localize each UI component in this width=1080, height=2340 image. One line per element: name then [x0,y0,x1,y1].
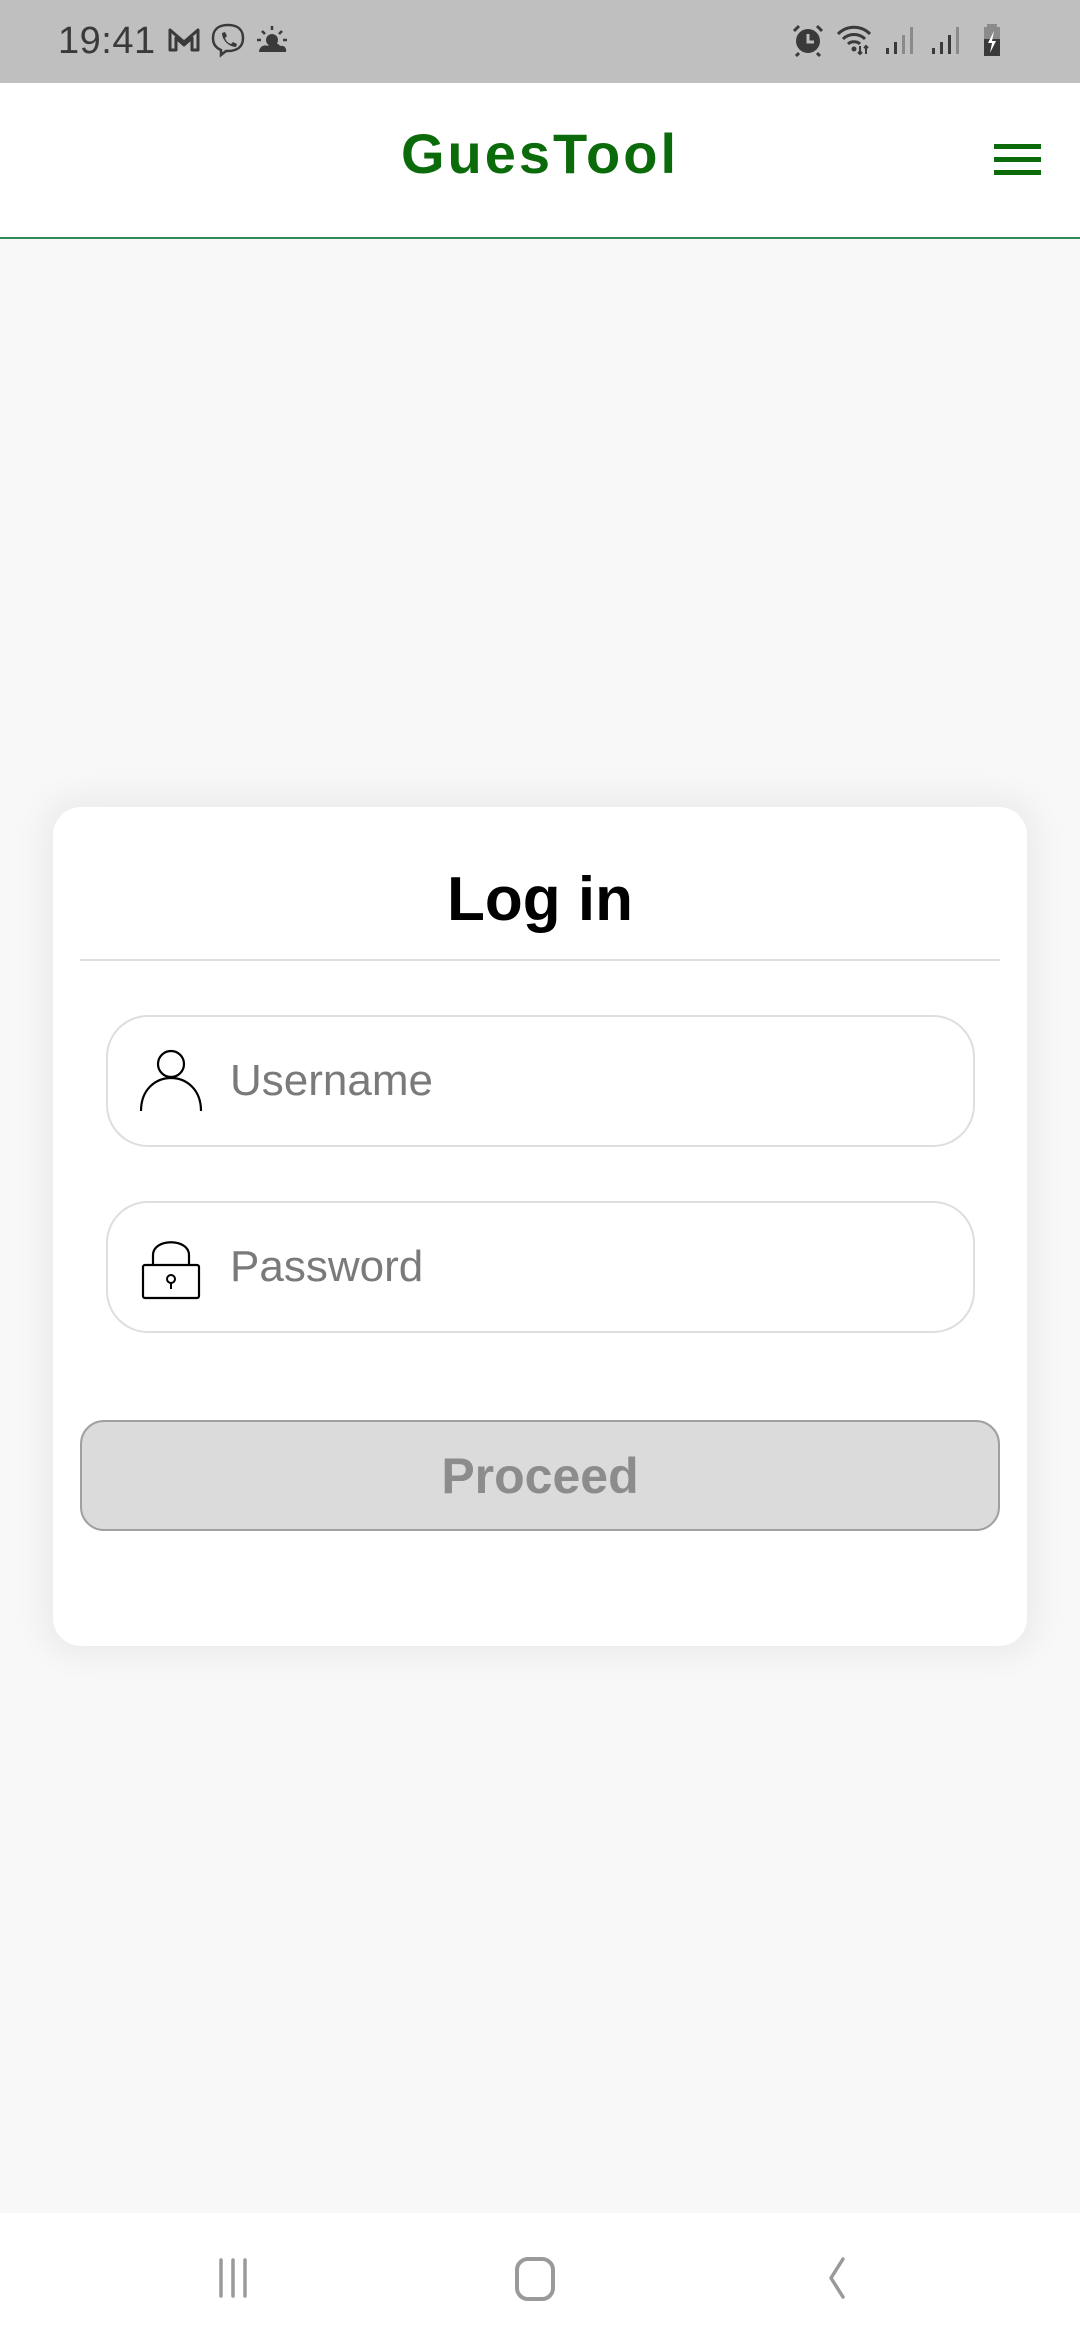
hamburger-menu-icon [994,157,1041,162]
alarm-icon [792,24,824,58]
weather-icon [257,26,287,52]
viber-icon [211,23,245,58]
status-bar: 19:41 [0,0,1080,83]
username-field[interactable] [106,1015,975,1147]
hamburger-menu-icon [994,144,1041,149]
system-nav-bar [0,2213,1080,2340]
app-header: GuesTool [0,83,1080,239]
battery-charging-icon [984,24,1000,56]
login-card: Log in Proceed [53,807,1027,1646]
home-icon [515,2257,555,2301]
notification-icons [166,22,290,58]
user-icon [139,1049,203,1112]
menu-button[interactable] [985,135,1049,185]
username-input[interactable] [230,1017,950,1145]
recent-apps-button[interactable] [188,2243,278,2313]
lock-icon [141,1241,201,1300]
hamburger-menu-icon [994,170,1041,175]
title-divider [80,959,1000,961]
status-time: 19:41 [58,20,156,62]
proceed-button[interactable]: Proceed [80,1420,1000,1531]
password-field[interactable] [106,1201,975,1333]
wifi-icon [836,25,872,56]
home-button[interactable] [490,2243,580,2313]
signal-icon [932,27,959,54]
gmail-icon [168,28,200,52]
signal-icon [886,27,913,54]
back-button[interactable] [792,2243,882,2313]
back-icon [829,2257,845,2299]
app-title: GuesTool [400,122,680,185]
recent-apps-icon [219,2258,247,2298]
login-title: Log in [447,865,633,934]
password-input[interactable] [230,1203,950,1331]
system-status-icons [790,22,1010,58]
